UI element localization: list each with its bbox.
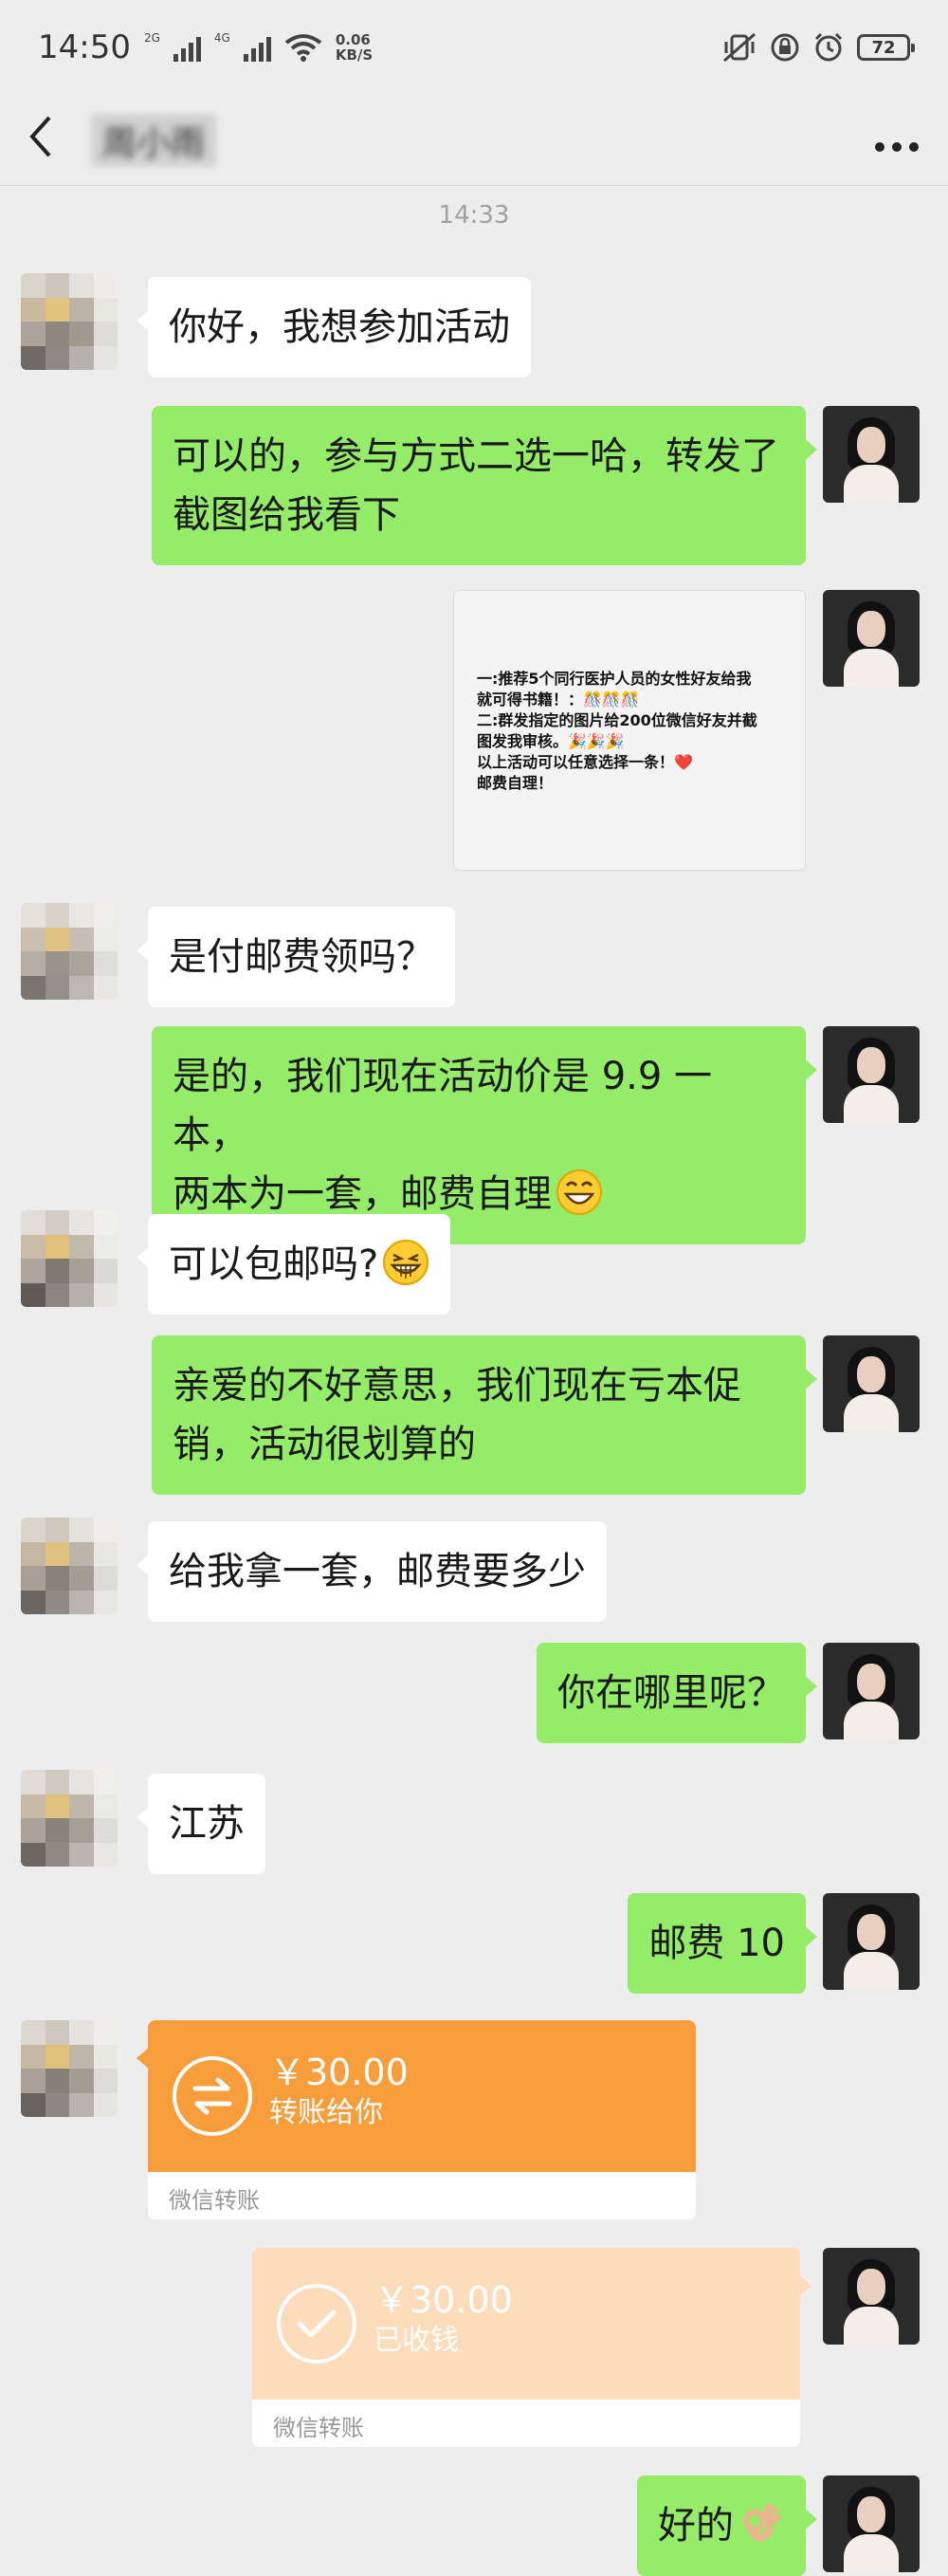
message-bubble-incoming[interactable]: 江苏 — [137, 1774, 265, 1874]
transfer-arrows-icon — [192, 2077, 232, 2115]
received-icon — [277, 2284, 356, 2364]
chat-header-left: 周小雨 — [28, 113, 217, 167]
message-bubble-incoming[interactable]: 是付邮费领吗？ — [137, 907, 455, 1007]
message-bubble-incoming[interactable]: 你好，我想参加活动 — [137, 277, 531, 377]
transfer-icon — [173, 2056, 252, 2136]
network-type-label: 4G — [213, 31, 230, 45]
check-circle-icon — [297, 2309, 337, 2338]
contact-name[interactable]: 周小雨 — [91, 113, 217, 167]
transfer-amount: ￥30.00 — [269, 2052, 409, 2093]
ok-hand-emoji-icon — [743, 2503, 781, 2542]
message-bubble-outgoing[interactable]: 亲爱的不好意思，我们现在亏本促 销，活动很划算的 — [152, 1335, 817, 1495]
user-avatar[interactable] — [823, 406, 920, 503]
message-text: 两本为一套，邮费自理 — [173, 1172, 552, 1216]
battery-icon: 72 — [857, 34, 915, 61]
message-bubble-outgoing[interactable]: 邮费 10 — [628, 1893, 817, 1994]
image-text-line: 以上活动可以任意选择一条！❤️ — [477, 753, 693, 771]
speed-unit: KB/S — [335, 46, 374, 64]
message-text: 可以包邮吗? — [169, 1242, 379, 1286]
speed-value: 0.06 — [335, 31, 371, 48]
message-text-line: 截图给我看下 — [173, 493, 400, 537]
chat-header: 周小雨 — [0, 95, 948, 186]
contact-avatar[interactable] — [21, 1210, 118, 1307]
vibrate-mute-icon — [723, 32, 756, 63]
more-button[interactable] — [874, 119, 920, 162]
user-avatar[interactable] — [823, 1026, 920, 1123]
status-time: 14:50 — [38, 28, 131, 66]
transfer-card-received[interactable]: ￥30.00 已收钱 微信转账 — [252, 2248, 800, 2447]
grinning-face-emoji-icon — [556, 1169, 602, 1215]
contact-avatar[interactable] — [21, 2020, 118, 2117]
transfer-status: 转账给你 — [269, 2096, 383, 2129]
message-bubble-outgoing[interactable]: 你在哪里呢？ — [537, 1643, 817, 1743]
user-avatar[interactable] — [823, 1335, 920, 1432]
message-timestamp: 14:33 — [438, 201, 510, 230]
message-bubble-outgoing[interactable]: 好的 — [637, 2475, 817, 2576]
status-bar: 14:50 2G 4G 0.06 KB/S 72 — [0, 0, 948, 95]
lock-rotation-icon — [771, 33, 799, 62]
user-avatar[interactable] — [823, 590, 920, 687]
image-text-line: 一:推荐5个同行医护人员的女性好友给我 — [477, 670, 752, 688]
back-button[interactable] — [28, 116, 53, 165]
status-right: 72 — [722, 32, 915, 63]
transfer-amount: ￥30.00 — [374, 2279, 513, 2321]
contact-avatar[interactable] — [21, 1518, 118, 1614]
status-left: 14:50 2G 4G 0.06 KB/S — [38, 28, 373, 66]
transfer-card-incoming[interactable]: ￥30.00 转账给你 微信转账 — [148, 2020, 696, 2219]
network-type-label: 2G — [143, 31, 160, 45]
user-avatar[interactable] — [823, 2475, 920, 2572]
message-bubble-incoming[interactable]: 给我拿一套，邮费要多少 — [137, 1521, 607, 1622]
user-avatar[interactable] — [823, 1643, 920, 1739]
signal-icon — [173, 33, 201, 62]
contact-avatar[interactable] — [21, 1770, 118, 1867]
message-text-line: 是的，我们现在活动价是 9.9 一本， — [173, 1055, 713, 1157]
image-text-line: 图发我审核。🎉🎉🎉 — [477, 732, 625, 750]
transfer-card-body: ￥30.00 转账给你 — [148, 2020, 696, 2172]
more-dots-icon — [875, 141, 919, 152]
message-text-line: 亲爱的不好意思，我们现在亏本促 — [173, 1364, 741, 1408]
alarm-icon — [814, 32, 843, 62]
beaming-face-emoji-icon — [383, 1240, 429, 1285]
message-bubble-outgoing[interactable]: 可以的，参与方式二选一哈，转发了 截图给我看下 — [152, 406, 817, 565]
wifi-icon — [284, 34, 322, 62]
image-text-line: 邮费自理！ — [477, 774, 554, 792]
transfer-status: 已收钱 — [374, 2324, 459, 2357]
image-text-line: 就可得书籍！：🎊🎊🎊 — [477, 690, 640, 708]
message-bubble-incoming[interactable]: 可以包邮吗? — [136, 1214, 451, 1315]
message-text-line: 销，活动很划算的 — [173, 1423, 476, 1466]
contact-avatar[interactable] — [21, 903, 118, 1000]
contact-avatar[interactable] — [21, 273, 118, 370]
transfer-card-body: ￥30.00 已收钱 — [252, 2248, 800, 2400]
message-text: 好的 — [658, 2504, 734, 2548]
signal-icon — [243, 33, 271, 62]
image-text-line: 二:群发指定的图片给200位微信好友并截 — [477, 711, 757, 729]
user-avatar[interactable] — [823, 2248, 920, 2345]
chevron-left-icon — [29, 116, 51, 156]
message-text-line: 可以的，参与方式二选一哈，转发了 — [173, 434, 779, 478]
transfer-label: 微信转账 — [148, 2172, 696, 2219]
user-avatar[interactable] — [823, 1893, 920, 1990]
image-message[interactable]: 一:推荐5个同行医护人员的女性好友给我 就可得书籍！：🎊🎊🎊 二:群发指定的图片… — [453, 590, 806, 871]
transfer-label: 微信转账 — [252, 2400, 800, 2447]
bubble-tail — [798, 2274, 811, 2297]
network-speed: 0.06 KB/S — [336, 32, 373, 63]
message-bubble-outgoing[interactable]: 是的，我们现在活动价是 9.9 一本， 两本为一套，邮费自理 — [152, 1026, 817, 1244]
